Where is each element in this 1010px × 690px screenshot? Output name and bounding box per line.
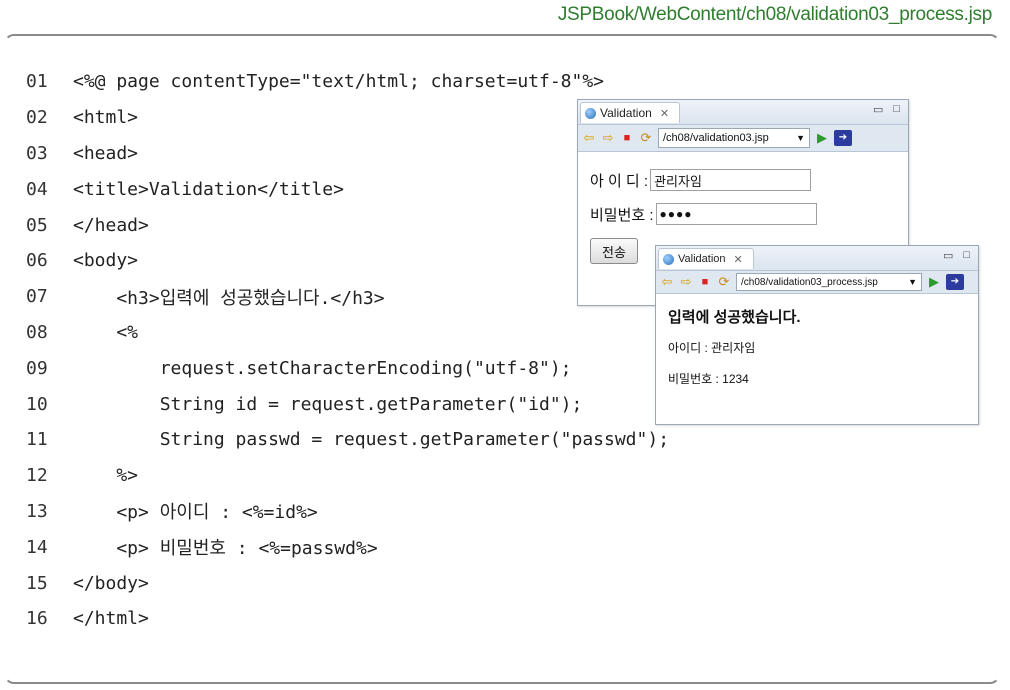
browser-toolbar: ⇦ ⇨ ■ ⟳ /ch08/validation03.jsp ▼ ▶ ➔ bbox=[578, 125, 908, 152]
globe-icon bbox=[585, 107, 596, 119]
line-number: 10 bbox=[26, 393, 48, 415]
tab-validation[interactable]: Validation ✕ bbox=[658, 248, 754, 269]
code-line: 01 <%@ page contentType="text/html; chars… bbox=[26, 64, 669, 100]
result-id-line: 아이디 : 관리자임 bbox=[668, 341, 756, 355]
code-line: 16 </html> bbox=[26, 601, 669, 637]
code-line: 14 <p> 비밀번호 : <%=passwd%> bbox=[26, 529, 669, 565]
code-text: <%@ page contentType="text/html; charset… bbox=[73, 71, 605, 93]
result-heading: 입력에 성공했습니다. bbox=[668, 309, 801, 326]
code-line: 04 <title>Validation</title> bbox=[26, 171, 669, 207]
line-number: 03 bbox=[26, 142, 48, 164]
line-number: 08 bbox=[26, 321, 48, 343]
line-number: 13 bbox=[26, 500, 48, 522]
code-text: String passwd = request.getParameter("pa… bbox=[73, 429, 670, 451]
line-number: 14 bbox=[26, 536, 48, 558]
close-icon[interactable]: ✕ bbox=[660, 107, 669, 120]
code-text: </html> bbox=[73, 608, 149, 630]
code-text: <p> 아이디 : <%=id%> bbox=[73, 502, 318, 524]
code-line: 10 String id = request.getParameter("id"… bbox=[26, 386, 669, 422]
code-line: 05 </head> bbox=[26, 207, 669, 243]
id-input[interactable]: 관리자임 bbox=[650, 169, 812, 191]
code-listing: 01 <%@ page contentType="text/html; chars… bbox=[26, 64, 669, 637]
tab-validation[interactable]: Validation ✕ bbox=[580, 102, 681, 123]
submit-button[interactable]: 전송 bbox=[590, 238, 638, 264]
code-text: String id = request.getParameter("id"); bbox=[73, 393, 583, 415]
tab-bar: Validation ✕ ▭ □ bbox=[656, 246, 978, 271]
code-line: 08 <% bbox=[26, 315, 669, 351]
window-controls: ▭ □ bbox=[943, 249, 970, 262]
maximize-icon[interactable]: □ bbox=[893, 103, 900, 116]
globe-icon bbox=[663, 253, 674, 265]
code-line: 11 String passwd = request.getParameter(… bbox=[26, 422, 669, 458]
tab-bar: Validation ✕ ▭ □ bbox=[578, 100, 908, 125]
code-text: <body> bbox=[73, 250, 139, 272]
line-number: 11 bbox=[26, 429, 48, 451]
password-row: 비밀번호 : ●●●● bbox=[590, 198, 896, 230]
go-icon[interactable]: ▶ bbox=[815, 131, 829, 145]
maximize-icon[interactable]: □ bbox=[963, 249, 970, 262]
code-line: 15 </body> bbox=[26, 565, 669, 601]
forward-arrow-icon[interactable]: ⇨ bbox=[679, 275, 693, 289]
minimize-icon[interactable]: ▭ bbox=[943, 249, 953, 262]
file-path-caption: JSPBook/WebContent/ch08/validation03_pro… bbox=[557, 4, 992, 25]
result-password-line: 비밀번호 : 1234 bbox=[668, 372, 749, 386]
code-text: </head> bbox=[73, 214, 149, 236]
code-text: <p> 비밀번호 : <%=passwd%> bbox=[73, 538, 378, 560]
code-text: <head> bbox=[73, 142, 139, 164]
refresh-icon[interactable]: ⟳ bbox=[717, 275, 731, 289]
code-text: <% bbox=[73, 321, 139, 343]
code-text: request.setCharacterEncoding("utf-8"); bbox=[73, 357, 572, 379]
stop-icon[interactable]: ■ bbox=[698, 275, 712, 289]
window-controls: ▭ □ bbox=[873, 103, 900, 116]
line-number: 07 bbox=[26, 286, 48, 308]
code-text: <h3>입력에 성공했습니다.</h3> bbox=[73, 287, 385, 309]
line-number: 04 bbox=[26, 178, 48, 200]
url-field[interactable]: /ch08/validation03_process.jsp ▼ bbox=[736, 273, 922, 291]
tab-title: Validation bbox=[600, 106, 652, 120]
code-line: 13 <p> 아이디 : <%=id%> bbox=[26, 494, 669, 530]
result-body: 입력에 성공했습니다. 아이디 : 관리자임 비밀번호 : 1234 bbox=[656, 294, 978, 411]
id-label: 아 이 디 : bbox=[590, 172, 649, 190]
code-text: <title>Validation</title> bbox=[73, 178, 344, 200]
code-line: 02 <html> bbox=[26, 100, 669, 136]
password-label: 비밀번호 : bbox=[590, 206, 654, 224]
code-line: 12 %> bbox=[26, 458, 669, 494]
line-number: 16 bbox=[26, 608, 48, 630]
password-input[interactable]: ●●●● bbox=[655, 203, 817, 225]
line-number: 12 bbox=[26, 465, 48, 487]
stop-icon[interactable]: ■ bbox=[620, 131, 634, 145]
line-number: 02 bbox=[26, 107, 48, 129]
code-text: %> bbox=[73, 465, 139, 487]
go-icon[interactable]: ▶ bbox=[927, 275, 941, 289]
refresh-icon[interactable]: ⟳ bbox=[639, 131, 653, 145]
external-browser-icon[interactable]: ➔ bbox=[834, 130, 852, 146]
code-line: 07 <h3>입력에 성공했습니다.</h3> bbox=[26, 279, 669, 315]
url-text: /ch08/validation03.jsp bbox=[663, 132, 769, 144]
line-number: 09 bbox=[26, 357, 48, 379]
chevron-down-icon[interactable]: ▼ bbox=[796, 133, 805, 143]
forward-arrow-icon[interactable]: ⇨ bbox=[601, 131, 615, 145]
browser-toolbar: ⇦ ⇨ ■ ⟳ /ch08/validation03_process.jsp ▼… bbox=[656, 271, 978, 294]
url-field[interactable]: /ch08/validation03.jsp ▼ bbox=[658, 128, 810, 148]
close-icon[interactable]: ✕ bbox=[734, 253, 743, 266]
external-browser-icon[interactable]: ➔ bbox=[946, 274, 964, 290]
chevron-down-icon[interactable]: ▼ bbox=[908, 277, 917, 287]
code-text: <html> bbox=[73, 107, 139, 129]
code-text: </body> bbox=[73, 572, 149, 594]
code-line: 06 <body> bbox=[26, 243, 669, 279]
line-number: 05 bbox=[26, 214, 48, 236]
minimize-icon[interactable]: ▭ bbox=[873, 103, 883, 116]
line-number: 06 bbox=[26, 250, 48, 272]
line-number: 01 bbox=[26, 71, 48, 93]
line-number: 15 bbox=[26, 572, 48, 594]
code-line: 09 request.setCharacterEncoding("utf-8")… bbox=[26, 350, 669, 386]
browser-window-result: Validation ✕ ▭ □ ⇦ ⇨ ■ ⟳ /ch08/validatio… bbox=[655, 245, 979, 425]
url-text: /ch08/validation03_process.jsp bbox=[741, 276, 878, 288]
back-arrow-icon[interactable]: ⇦ bbox=[660, 275, 674, 289]
id-row: 아 이 디 : 관리자임 bbox=[590, 164, 896, 196]
tab-title: Validation bbox=[678, 253, 726, 265]
back-arrow-icon[interactable]: ⇦ bbox=[582, 131, 596, 145]
code-line: 03 <head> bbox=[26, 136, 669, 172]
